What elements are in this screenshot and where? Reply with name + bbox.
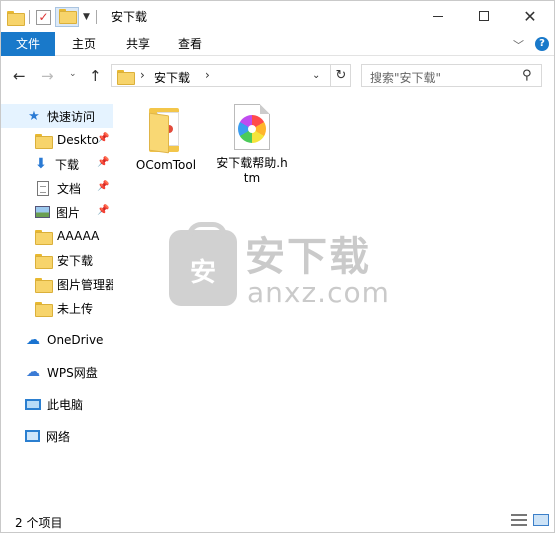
minimize-icon — [433, 15, 443, 17]
file-list: OComTool 安下载帮助.htm — [115, 98, 554, 506]
sidebar-item-onedrive[interactable]: ☁ OneDrive — [1, 328, 113, 352]
explorer-window: ✓ ▼ 安下载 ✕ 文件 主页 共享 查看 ﹀ ? ← → ⌄ ↑ › 安下载 … — [0, 0, 555, 533]
pin-icon: 📌 — [97, 181, 110, 192]
navigation-pane: ★ 快速访问 Deskto 📌 ⬇ 下载 📌 文档 📌 图片 📌 AAAAA 安… — [1, 98, 113, 506]
sidebar-item-label: Deskto — [57, 133, 99, 147]
folder-icon — [35, 133, 53, 149]
title-bar: ✓ ▼ 安下载 ✕ — [1, 1, 554, 31]
sidebar-item-pictures[interactable]: 图片 📌 — [1, 200, 113, 224]
document-icon — [37, 180, 49, 196]
folder-icon — [35, 277, 53, 293]
sidebar-item-label: OneDrive — [47, 333, 104, 347]
search-placeholder: 搜索"安下载" — [370, 71, 442, 85]
sidebar-item-label: 网络 — [46, 429, 71, 444]
sidebar-item-label: AAAAA — [57, 229, 100, 243]
search-input[interactable]: 搜索"安下载" ⚲ — [361, 64, 542, 87]
sidebar-item-label: 未上传 — [57, 301, 94, 316]
close-icon: ✕ — [523, 6, 537, 26]
file-name: 安下载帮助.htm — [216, 156, 288, 185]
forward-icon[interactable]: → — [41, 67, 54, 85]
sidebar-item-label: 快速访问 — [47, 109, 96, 124]
customize-toolbar-icon[interactable]: ▼ — [83, 12, 90, 22]
maximize-button[interactable] — [461, 1, 507, 31]
pin-icon: 📌 — [97, 157, 110, 168]
chevron-right-icon[interactable]: › — [205, 68, 210, 82]
network-icon — [25, 430, 40, 442]
tab-view[interactable]: 查看 — [167, 32, 213, 56]
maximize-icon — [479, 11, 489, 21]
sidebar-item-label: 图片 — [56, 205, 81, 220]
breadcrumb[interactable]: 安下载 — [154, 69, 190, 86]
sidebar-item-quick-access[interactable]: ★ 快速访问 — [1, 104, 113, 128]
minimize-button[interactable] — [415, 1, 461, 31]
file-item-folder[interactable]: OComTool — [129, 108, 203, 173]
picture-icon — [35, 206, 50, 218]
sidebar-item-picture-manager[interactable]: 图片管理器 — [1, 272, 113, 296]
sidebar-item-wps[interactable]: ☁ WPS网盘 — [1, 360, 113, 384]
recent-locations-icon[interactable]: ⌄ — [69, 69, 77, 79]
chevron-down-icon[interactable]: ⌄ — [312, 70, 320, 81]
sidebar-item-this-pc[interactable]: 此电脑 — [1, 392, 113, 416]
sidebar-item-label: 下载 — [55, 157, 80, 172]
quick-access-toolbar: ✓ ▼ — [7, 7, 99, 27]
folder-icon — [35, 301, 53, 317]
up-icon[interactable]: ↑ — [89, 67, 102, 85]
computer-icon — [25, 398, 41, 410]
sidebar-item-label: 文档 — [57, 181, 82, 196]
file-item-htm[interactable]: 安下载帮助.htm — [215, 104, 289, 186]
sidebar-item-not-uploaded[interactable]: 未上传 — [1, 296, 113, 320]
sidebar-item-aaaaa[interactable]: AAAAA — [1, 224, 113, 248]
sidebar-item-label: 图片管理器 — [57, 277, 113, 292]
back-icon[interactable]: ← — [13, 67, 26, 85]
pin-icon: 📌 — [97, 133, 110, 144]
folder-icon — [7, 10, 25, 26]
expand-ribbon-icon[interactable]: ﹀ — [513, 37, 524, 53]
large-icons-view-icon[interactable] — [533, 514, 549, 526]
sidebar-item-anxz[interactable]: 安下载 — [1, 248, 113, 272]
toolbar-divider — [29, 10, 30, 24]
sidebar-item-label: 安下载 — [57, 253, 94, 268]
help-icon[interactable]: ? — [535, 37, 549, 51]
item-count: 2 个项目 — [15, 516, 63, 530]
sidebar-item-documents[interactable]: 文档 📌 — [1, 176, 113, 200]
tab-home[interactable]: 主页 — [59, 32, 109, 56]
ribbon-tabs: 文件 主页 共享 查看 ﹀ ? — [1, 32, 554, 56]
sidebar-item-desktop[interactable]: Deskto 📌 — [1, 128, 113, 152]
address-bar[interactable]: › 安下载 › ⌄ ↻ — [111, 64, 351, 87]
html-file-icon — [234, 104, 270, 150]
folder-icon — [35, 229, 53, 245]
new-folder-button[interactable] — [55, 7, 79, 27]
search-icon[interactable]: ⚲ — [522, 68, 532, 83]
chevron-right-icon[interactable]: › — [140, 68, 145, 82]
details-view-icon[interactable] — [511, 514, 527, 526]
tab-share[interactable]: 共享 — [113, 32, 163, 56]
window-title: 安下载 — [111, 10, 148, 24]
sidebar-item-downloads[interactable]: ⬇ 下载 📌 — [1, 152, 113, 176]
folder-icon — [149, 108, 183, 154]
tab-file[interactable]: 文件 — [1, 32, 55, 56]
download-icon: ⬇ — [35, 156, 47, 172]
sidebar-item-network[interactable]: 网络 — [1, 424, 113, 448]
toolbar-divider — [95, 10, 97, 24]
close-button[interactable]: ✕ — [507, 1, 553, 31]
cloud-icon: ☁ — [26, 332, 40, 348]
pin-icon: 📌 — [97, 205, 110, 216]
new-folder-icon — [59, 9, 77, 24]
sidebar-item-label: WPS网盘 — [47, 365, 98, 380]
sidebar-item-label: 此电脑 — [47, 397, 84, 412]
status-bar: 2 个项目 — [1, 508, 554, 532]
refresh-icon[interactable]: ↻ — [330, 65, 351, 86]
file-name: OComTool — [135, 158, 197, 172]
folder-icon — [117, 70, 135, 85]
star-icon: ★ — [28, 108, 40, 124]
folder-icon — [35, 253, 53, 269]
navigation-bar: ← → ⌄ ↑ › 安下载 › ⌄ ↻ 搜索"安下载" ⚲ — [1, 59, 554, 93]
wps-cloud-icon: ☁ — [26, 364, 40, 380]
properties-icon[interactable]: ✓ — [36, 9, 51, 25]
